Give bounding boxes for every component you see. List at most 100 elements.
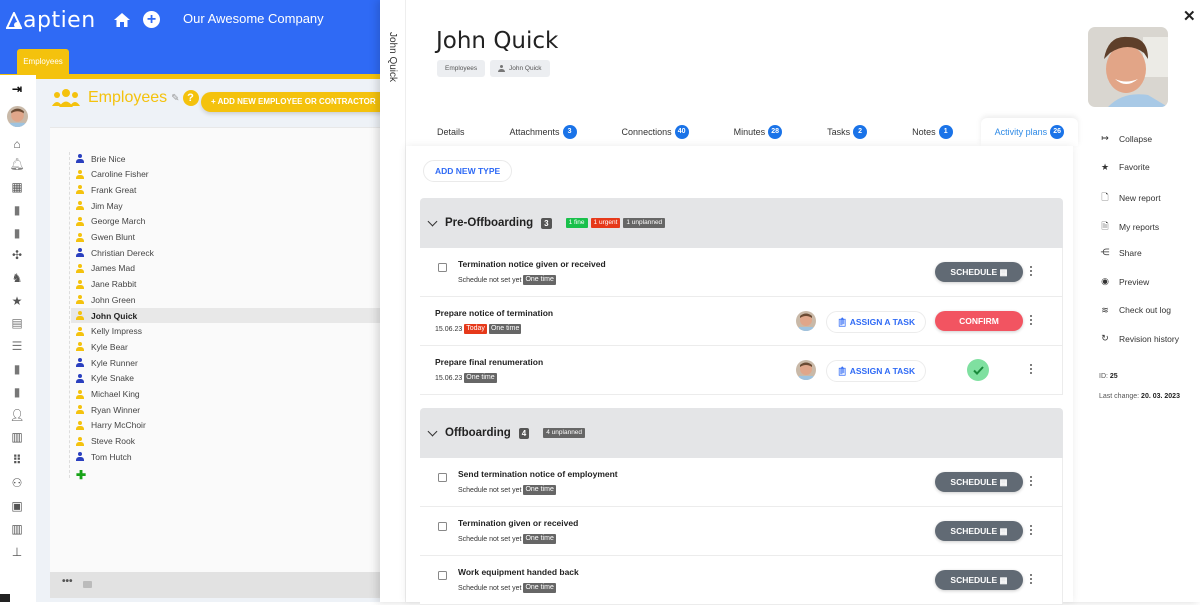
employee-item[interactable]: Frank Great: [71, 182, 136, 197]
clipboard-alt-icon[interactable]: ▮: [9, 384, 25, 400]
employee-item[interactable]: Ryan Winner: [71, 402, 140, 417]
list-icon[interactable]: ☰: [9, 338, 25, 354]
more-options-icon[interactable]: [1030, 315, 1033, 327]
aptien-logo[interactable]: aptien: [6, 8, 96, 33]
tab-details[interactable]: Details: [406, 118, 479, 146]
grid-icon[interactable]: ⠿: [9, 452, 25, 468]
tab-connections[interactable]: Connections 40: [591, 118, 703, 146]
chevron-down-icon[interactable]: [427, 426, 438, 436]
add-new-type-button[interactable]: ADD NEW TYPE: [423, 160, 513, 182]
more-options-icon[interactable]: [1030, 266, 1033, 278]
employee-item[interactable]: James Mad: [71, 261, 135, 276]
employee-item[interactable]: Brie Nice: [71, 151, 125, 166]
action-collapse[interactable]: ↦ Collapse: [1099, 133, 1152, 144]
drawer-spine[interactable]: John Quick: [380, 0, 406, 602]
more-options-icon[interactable]: [1030, 525, 1033, 537]
employee-item[interactable]: Jim May: [71, 198, 123, 213]
employee-item[interactable]: Gwen Blunt: [71, 230, 135, 245]
breadcrumb-record[interactable]: John Quick: [490, 60, 550, 77]
add-icon[interactable]: +: [143, 11, 160, 28]
action-check-out-log[interactable]: ≋ Check out log: [1099, 305, 1171, 316]
action-preview[interactable]: ◉ Preview: [1099, 276, 1149, 287]
assign-task-button[interactable]: 📋︎ ASSIGN A TASK: [826, 311, 926, 333]
team-icon[interactable]: ⚇: [9, 475, 25, 491]
assignee-avatar[interactable]: [796, 311, 816, 331]
clipboard-check-icon[interactable]: ▮: [9, 225, 25, 241]
schedule-button[interactable]: SCHEDULE ▦: [935, 472, 1023, 492]
bell-icon[interactable]: 🔔︎: [9, 156, 25, 172]
home-icon[interactable]: [113, 11, 131, 29]
folder-icon[interactable]: [83, 581, 92, 588]
report-icon[interactable]: ▤: [9, 315, 25, 331]
more-options-icon[interactable]: [1030, 476, 1033, 488]
collapse-panel-icon[interactable]: ⇥: [9, 81, 25, 97]
add-employee-icon[interactable]: ✚: [76, 468, 86, 482]
employee-item[interactable]: John Green: [71, 292, 135, 307]
employee-item[interactable]: Caroline Fisher: [71, 167, 149, 182]
check-icon[interactable]: [967, 359, 989, 381]
schedule-button[interactable]: SCHEDULE ▦: [935, 570, 1023, 590]
activity-title[interactable]: Prepare notice of termination: [435, 308, 553, 318]
user-avatar[interactable]: [7, 106, 28, 127]
activity-checkbox[interactable]: [438, 473, 447, 482]
user-icon[interactable]: 👤︎: [9, 407, 25, 423]
help-icon[interactable]: ?: [182, 90, 199, 106]
activity-checkbox[interactable]: [438, 571, 447, 580]
books-icon[interactable]: ▥: [9, 429, 25, 445]
tab-minutes[interactable]: Minutes 28: [703, 118, 797, 146]
activity-title[interactable]: Termination notice given or received: [458, 259, 606, 269]
chevron-down-icon[interactable]: [427, 216, 438, 226]
assignee-avatar[interactable]: [796, 360, 816, 380]
tab-employees[interactable]: Employees: [17, 49, 69, 74]
employee-item[interactable]: Kyle Bear: [71, 339, 128, 354]
company-name[interactable]: Our Awesome Company: [183, 11, 324, 26]
tab-activity-plans[interactable]: Activity plans 26: [980, 118, 1079, 146]
assign-task-button[interactable]: 📋︎ ASSIGN A TASK: [826, 360, 926, 382]
breadcrumb-employees[interactable]: Employees: [437, 60, 486, 77]
corner-toggle-icon[interactable]: [0, 594, 10, 602]
more-options-icon[interactable]: [1030, 364, 1033, 376]
reading-icon[interactable]: ▣: [9, 498, 25, 514]
more-options-icon[interactable]: [1030, 574, 1033, 586]
home-icon[interactable]: ⌂: [9, 136, 25, 152]
schedule-button[interactable]: SCHEDULE ▦: [935, 262, 1023, 282]
activity-title[interactable]: Termination given or received: [458, 518, 578, 528]
employee-item[interactable]: Steve Rook: [71, 434, 135, 449]
dog-icon[interactable]: ♞: [9, 270, 25, 286]
more-icon[interactable]: •••: [62, 576, 73, 587]
activity-checkbox[interactable]: [438, 522, 447, 531]
star-icon[interactable]: ★: [9, 293, 25, 309]
action-revision-history[interactable]: ↻ Revision history: [1099, 333, 1179, 344]
action-new-report[interactable]: 🗋 New report: [1099, 190, 1160, 206]
action-my-reports[interactable]: 🗎 My reports: [1099, 219, 1159, 235]
clipboard-icon[interactable]: ▮: [9, 202, 25, 218]
network-icon[interactable]: ✣: [9, 247, 25, 263]
activity-title[interactable]: Work equipment handed back: [458, 567, 579, 577]
employee-item[interactable]: Kyle Runner: [71, 355, 138, 370]
employee-item[interactable]: George March: [71, 214, 145, 229]
action-favorite[interactable]: ★ Favorite: [1099, 162, 1150, 173]
tab-tasks[interactable]: Tasks 2: [796, 118, 881, 146]
confirm-button[interactable]: CONFIRM: [935, 311, 1023, 331]
employee-item[interactable]: Kelly Impress: [71, 324, 142, 339]
schedule-button[interactable]: SCHEDULE ▦: [935, 521, 1023, 541]
group-header[interactable]: Pre-Offboarding 3 1 fine 1 urgent 1 unplann…: [420, 198, 1063, 248]
library-icon[interactable]: ▥: [9, 521, 25, 537]
employee-item[interactable]: Harry McChoir: [71, 418, 146, 433]
org-chart-icon[interactable]: ⊥: [9, 544, 25, 560]
employee-item[interactable]: Christian Dereck: [71, 245, 154, 260]
activity-title[interactable]: Prepare final renumeration: [435, 357, 543, 367]
tab-notes[interactable]: Notes 1: [881, 118, 967, 146]
action-share[interactable]: ⋲ Share: [1099, 247, 1142, 258]
activity-title[interactable]: Send termination notice of employment: [458, 469, 618, 479]
employee-item[interactable]: Michael King: [71, 387, 140, 402]
employee-item[interactable]: John Quick: [71, 308, 380, 323]
employee-item[interactable]: Jane Rabbit: [71, 277, 136, 292]
group-header[interactable]: Offboarding 4 4 unplanned: [420, 408, 1063, 458]
clipboard-list-icon[interactable]: ▮: [9, 361, 25, 377]
profile-photo[interactable]: [1088, 27, 1168, 107]
tab-attachments[interactable]: Attachments 3: [479, 118, 591, 146]
activity-checkbox[interactable]: [438, 263, 447, 272]
employee-item[interactable]: Tom Hutch: [71, 449, 132, 464]
employee-item[interactable]: Kyle Snake: [71, 371, 134, 386]
